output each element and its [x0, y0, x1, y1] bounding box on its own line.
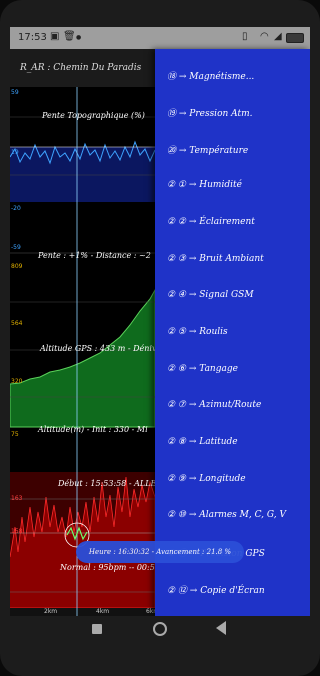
- menu-item-latitude[interactable]: ② ⑧ → Latitude: [167, 429, 238, 455]
- wifi-icon: ◠: [260, 31, 269, 42]
- screen: 17:53 ▣ 🗑 ● ▯ ◠ ◢ R_AR : Chemin Du Parad…: [10, 27, 310, 616]
- slope-tick: -59: [11, 244, 21, 251]
- recents-button[interactable]: [92, 624, 102, 634]
- status-bar: 17:53 ▣ 🗑 ● ▯ ◠ ◢: [10, 27, 310, 49]
- gps-tick: 320: [11, 378, 23, 385]
- menu-item-signal-gsm[interactable]: ② ④ → Signal GSM: [167, 282, 254, 308]
- back-button[interactable]: [216, 621, 226, 635]
- battery-icon: [286, 33, 304, 43]
- distance-tick: 2km: [44, 608, 58, 615]
- slope-chart-title: Pente Topographique (%): [42, 111, 145, 120]
- signal-icon: ◢: [274, 31, 282, 42]
- gps-tick: 809: [11, 263, 23, 270]
- distance-tick: 4km: [96, 608, 110, 615]
- menu-item-magnetisme[interactable]: ⑱ → Magnétisme...: [167, 62, 254, 88]
- heart-normal-info: Normal : 95bpm -- 00:56: [60, 563, 160, 572]
- menu-item-roulis[interactable]: ② ⑤ → Roulis: [167, 319, 228, 345]
- status-time: 17:53: [18, 32, 47, 43]
- altitude-info: Altitude(m) - Init : 330 - Mi: [38, 425, 148, 434]
- menu-item-copie-ecran[interactable]: ② ⑫ → Copie d'Écran: [167, 576, 265, 602]
- image-icon: ▣: [50, 31, 60, 42]
- gps-tick: 564: [11, 320, 23, 327]
- home-button[interactable]: [153, 622, 167, 636]
- menu-item-alarmes[interactable]: ② ⑩ → Alarmes M, C, G, V: [167, 502, 286, 528]
- slope-info: Pente : +1% - Distance : ~2: [38, 251, 151, 260]
- menu-item-humidite[interactable]: ② ① → Humidité: [167, 172, 242, 198]
- menu-item-azimut[interactable]: ② ⑦ → Azimut/Route: [167, 392, 261, 418]
- progress-toast: Heure : 16:30:32 - Avancement : 21.8 %: [76, 541, 244, 563]
- slope-tick: -20: [11, 205, 21, 212]
- app-title: R_AR : Chemin Du Paradis: [20, 63, 142, 73]
- menu-item-longitude[interactable]: ② ⑨ → Longitude: [167, 466, 246, 492]
- side-menu: ⑱ → Magnétisme... ⑲ → Pression Atm. ⑳ → …: [155, 49, 310, 616]
- notification-dot: ●: [76, 34, 82, 41]
- menu-item-pression[interactable]: ⑲ → Pression Atm.: [167, 99, 253, 125]
- vibrate-icon: ▯: [242, 31, 248, 42]
- menu-item-tangage[interactable]: ② ⑥ → Tangage: [167, 356, 238, 382]
- slope-tick: 19: [11, 149, 19, 156]
- trash-icon: 🗑: [63, 31, 76, 42]
- menu-item-temperature[interactable]: ⑳ → Température: [167, 136, 248, 162]
- gps-altitude-info: Altitude GPS : 433 m - Dénivel: [40, 344, 164, 353]
- menu-item-bruit[interactable]: ② ③ → Bruit Ambiant: [167, 246, 264, 272]
- heart-start-info: Début : 15:53:58 - ALLEM: [58, 479, 165, 488]
- navigation-bar: [0, 616, 320, 646]
- heart-tick: 163: [11, 495, 23, 502]
- gps-altitude-fill: [10, 288, 156, 428]
- phone-frame: 17:53 ▣ 🗑 ● ▯ ◠ ◢ R_AR : Chemin Du Parad…: [0, 0, 320, 676]
- menu-item-eclairement[interactable]: ② ② → Éclairement: [167, 209, 255, 235]
- heart-tick: 158: [11, 528, 23, 535]
- gps-tick: 75: [11, 431, 19, 438]
- slope-tick: 59: [11, 89, 19, 96]
